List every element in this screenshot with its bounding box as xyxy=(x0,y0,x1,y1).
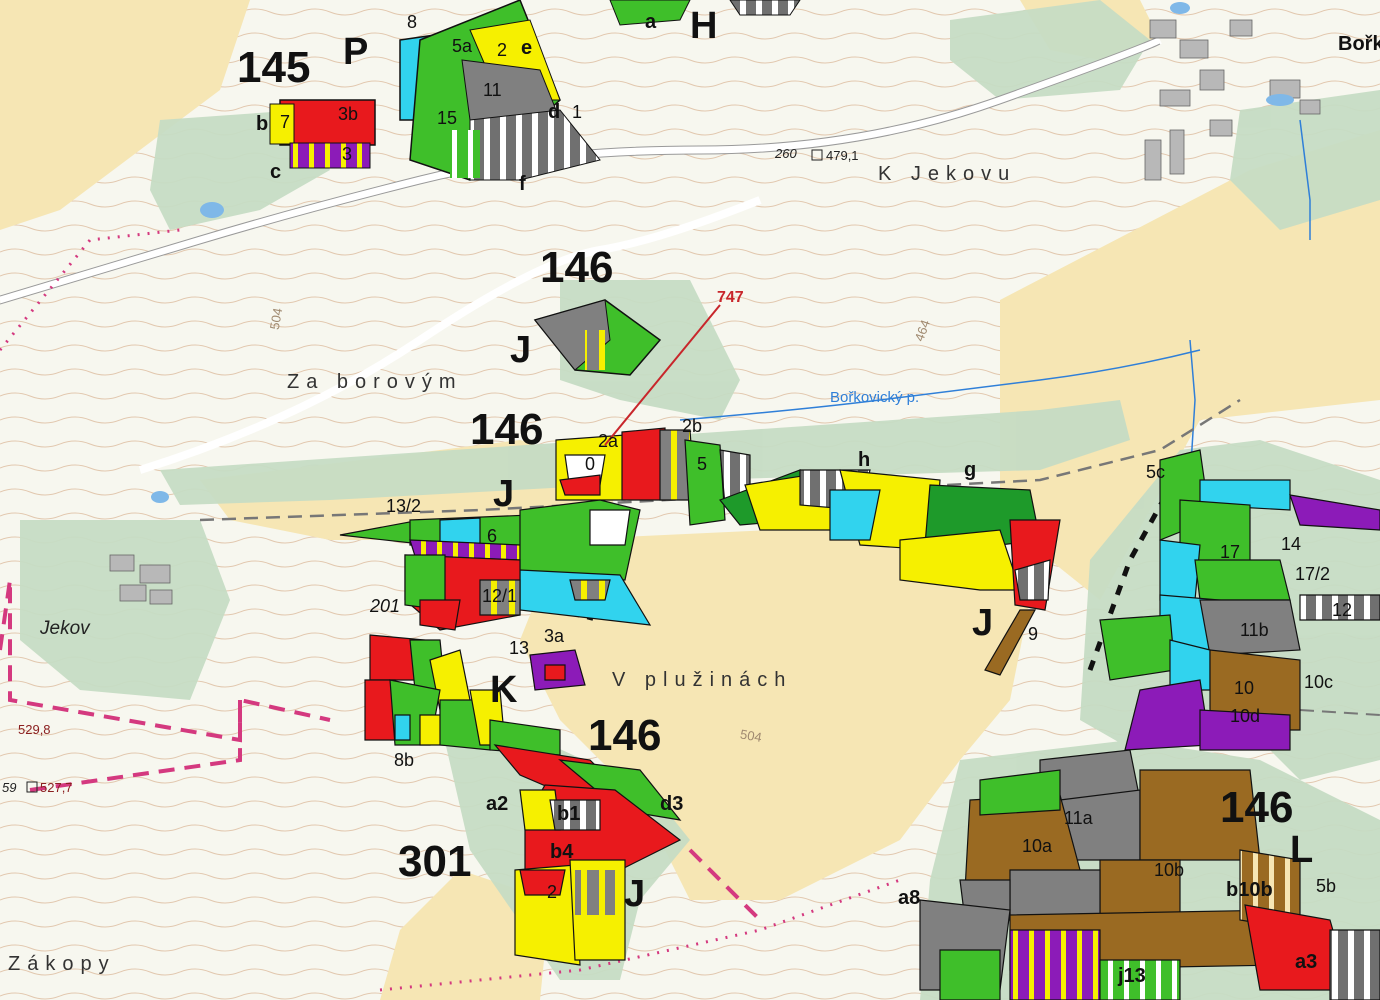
place-v-pluzinach: V plužinách xyxy=(612,669,792,691)
parcel-j13: j13 xyxy=(1117,965,1146,987)
parcel-2a: 2a xyxy=(598,431,619,451)
parcel-b10b: b10b xyxy=(1226,879,1273,901)
parcel-5c: 5c xyxy=(1146,462,1165,482)
parcel-3a: 3a xyxy=(544,626,565,646)
parcel-e: e xyxy=(521,37,532,59)
parcel-b: b xyxy=(256,113,268,135)
elev-529: 529,8 xyxy=(18,722,51,737)
section-letter-h: H xyxy=(690,5,717,47)
parcel-3b: 3b xyxy=(338,104,358,124)
parcel-2-301: 2 xyxy=(547,882,557,902)
parcel-d3: d3 xyxy=(660,793,683,815)
unit-label-146-mid: 146 xyxy=(470,405,543,454)
parcel-2b: 2b xyxy=(682,416,702,436)
parcel-13: 13 xyxy=(509,638,529,658)
parcel-9: 9 xyxy=(1028,624,1038,644)
place-bork: Bořk xyxy=(1338,33,1380,55)
parcel-10a: 10a xyxy=(1022,836,1053,856)
parcel-g: g xyxy=(964,459,976,481)
elev-527: 527,7 xyxy=(40,780,73,795)
parcel-1: 1 xyxy=(572,102,582,122)
elev-479: 479,1 xyxy=(826,148,859,163)
parcel-8: 8 xyxy=(407,12,417,32)
parcel-12: 12 xyxy=(1332,600,1352,620)
parcel-3: 3 xyxy=(342,144,352,164)
parcel-15: 15 xyxy=(437,108,457,128)
section-letter-p: P xyxy=(343,31,368,73)
parcel-7: 7 xyxy=(280,112,290,132)
parcel-8b: 8b xyxy=(394,750,414,770)
parcel-d: d xyxy=(548,101,560,123)
parcel-201: 201 xyxy=(369,596,400,616)
parcel-b1: b1 xyxy=(557,803,580,825)
parcel-c: c xyxy=(270,161,281,183)
parcel-h: h xyxy=(858,449,870,471)
unit-label-301: 301 xyxy=(398,837,471,886)
callout-label-747: 747 xyxy=(717,289,744,306)
parcel-a3: a3 xyxy=(1295,951,1317,973)
parcel-17: 17 xyxy=(1220,542,1240,562)
parcel-0: 0 xyxy=(585,454,595,474)
elev-59: 59 xyxy=(2,780,16,795)
unit-label-146-top: 146 xyxy=(540,243,613,292)
section-letter-l: L xyxy=(1290,829,1313,871)
parcel-10b: 10b xyxy=(1154,860,1184,880)
section-letter-j-east: J xyxy=(972,602,993,644)
parcel-5b: 5b xyxy=(1316,876,1336,896)
parcel-5a: 5a xyxy=(452,36,473,56)
place-jekov: Jekov xyxy=(39,618,91,639)
parcel-11a: 11a xyxy=(1064,808,1094,828)
parcel-17-2: 17/2 xyxy=(1295,564,1330,584)
section-letter-j-west: J xyxy=(493,473,514,515)
parcel-b4: b4 xyxy=(550,841,574,863)
parcel-14: 14 xyxy=(1281,534,1301,554)
parcel-13-2: 13/2 xyxy=(386,496,421,516)
parcel-a: a xyxy=(645,11,657,33)
unit-label-145: 145 xyxy=(237,43,310,92)
place-zakopy: Zákopy xyxy=(8,953,116,975)
section-letter-j-301: J xyxy=(624,873,645,915)
parcel-5: 5 xyxy=(697,454,707,474)
place-za-borovym: Za borovým xyxy=(287,371,463,393)
parcel-11b: 11b xyxy=(1240,620,1269,640)
section-letter-ja: J xyxy=(510,329,531,371)
place-borkovicky-potok: Bořkovický p. xyxy=(830,389,919,406)
unit-label-146-k: 146 xyxy=(588,711,661,760)
parcel-a2: a2 xyxy=(486,793,508,815)
parcel-11: 11 xyxy=(483,80,502,100)
parcel-10: 10 xyxy=(1234,678,1254,698)
parcel-6: 6 xyxy=(487,526,497,546)
unit-label-146-l: 146 xyxy=(1220,783,1293,832)
place-k-jekovu: K Jekovu xyxy=(878,163,1016,185)
parcel-10d: 10d xyxy=(1230,706,1260,726)
parcel-2: 2 xyxy=(497,40,507,60)
parcel-a8: a8 xyxy=(898,887,920,909)
forest-map: 145 146 146 146 146 301 P H J J J K L J … xyxy=(0,0,1380,1000)
section-letter-k: K xyxy=(490,669,518,711)
elev-260: 260 xyxy=(774,146,797,161)
parcel-f: f xyxy=(519,173,526,195)
parcel-10c: 10c xyxy=(1304,672,1333,692)
parcel-12-1: 12/1 xyxy=(482,586,517,606)
